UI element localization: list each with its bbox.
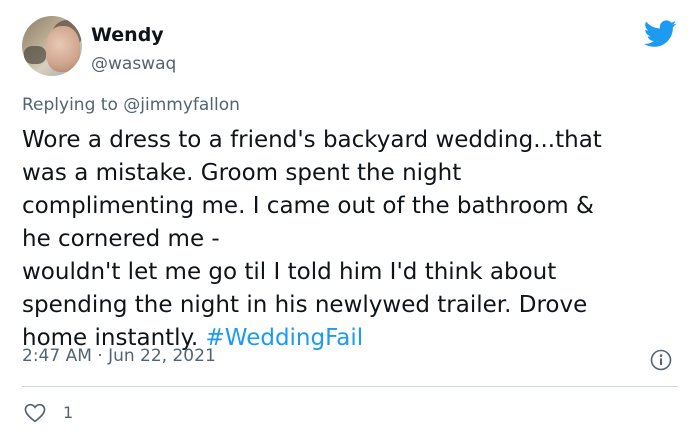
tweet-timestamp[interactable]: 2:47 AM · Jun 22, 2021 [22,346,216,366]
display-name[interactable]: Wendy [91,24,164,46]
avatar-background [24,46,46,64]
twitter-bird-icon[interactable] [644,20,677,48]
info-icon[interactable] [650,349,672,371]
tweet-card: Wendy @waswaq Replying to @jimmyfallon W… [0,0,700,442]
tweet-body-text: Wore a dress to a friend's backyard wedd… [22,127,602,351]
hashtag-link[interactable]: #WeddingFail [206,325,364,351]
avatar[interactable] [22,16,82,76]
heart-icon[interactable] [24,403,46,423]
tweet-text: Wore a dress to a friend's backyard wedd… [22,124,682,355]
replying-to-label: Replying to [22,95,124,115]
avatar-face [46,26,80,72]
user-handle[interactable]: @waswaq [91,54,176,74]
reply-mention-link[interactable]: @jimmyfallon [123,95,240,115]
divider [22,386,678,387]
like-count: 1 [63,403,74,422]
replying-to: Replying to @jimmyfallon [22,95,240,115]
